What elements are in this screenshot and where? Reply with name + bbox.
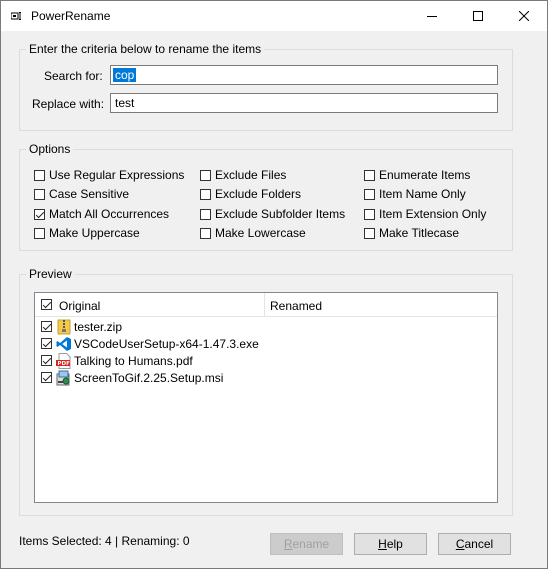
checkbox[interactable] (364, 188, 375, 200)
option-label: Use Regular Expressions (49, 168, 185, 182)
criteria-legend: Enter the criteria below to rename the i… (26, 42, 265, 56)
powerrename-window: PowerRename Enter the criteria below to … (0, 0, 548, 569)
option-item-extension-only[interactable]: Item Extension Only (364, 206, 486, 222)
cancel-button[interactable]: Cancel (438, 533, 511, 555)
file-name: ScreenToGif.2.25.Setup.msi (74, 370, 224, 385)
window-title: PowerRename (31, 9, 111, 23)
checkbox[interactable] (200, 227, 211, 239)
column-header-original[interactable]: Original (59, 299, 100, 313)
option-label: Exclude Subfolder Items (215, 207, 346, 221)
checkbox[interactable] (34, 169, 45, 181)
checkbox[interactable] (41, 338, 52, 349)
cancel-label: ancel (464, 537, 494, 551)
preview-list[interactable]: Original Renamed tester.zip VSCodeUserSe… (34, 292, 498, 503)
option-label: Make Titlecase (379, 226, 460, 240)
maximize-button[interactable] (455, 1, 501, 31)
title-bar: PowerRename (1, 1, 547, 31)
cancel-mnemonic: C (455, 537, 465, 551)
option-label: Make Lowercase (215, 226, 306, 240)
checkbox[interactable] (41, 355, 52, 366)
status-text: Items Selected: 4 | Renaming: 0 (19, 534, 190, 548)
option-enumerate-items[interactable]: Enumerate Items (364, 167, 470, 183)
zip-folder-icon (56, 319, 72, 335)
option-exclude-folders[interactable]: Exclude Folders (200, 186, 301, 202)
pdf-icon: PDF (56, 352, 72, 369)
checkbox[interactable] (34, 227, 45, 239)
option-label: Item Extension Only (379, 207, 487, 221)
checkbox[interactable] (34, 208, 45, 220)
option-exclude-subfolder-items[interactable]: Exclude Subfolder Items (200, 206, 345, 222)
column-divider[interactable] (264, 293, 265, 316)
minimize-button[interactable] (409, 1, 455, 31)
help-mnemonic: H (378, 537, 387, 551)
option-label: Enumerate Items (379, 168, 471, 182)
list-item[interactable]: PDF Talking to Humans.pdf (41, 352, 193, 369)
checkbox[interactable] (364, 227, 375, 239)
option-make-uppercase[interactable]: Make Uppercase (34, 225, 140, 241)
option-match-all-occurrences[interactable]: Match All Occurrences (34, 206, 169, 222)
file-name: tester.zip (74, 319, 123, 334)
option-make-titlecase[interactable]: Make Titlecase (364, 225, 459, 241)
rename-button[interactable]: Rename (270, 533, 343, 555)
file-name: Talking to Humans.pdf (74, 353, 193, 368)
checkbox[interactable] (200, 208, 211, 220)
checkbox[interactable] (200, 188, 211, 200)
option-label: Item Name Only (379, 187, 466, 201)
file-name: VSCodeUserSetup-x64-1.47.3.exe (74, 336, 259, 351)
checkbox[interactable] (364, 208, 375, 220)
option-label: Match All Occurrences (49, 207, 170, 221)
maximize-icon (473, 11, 483, 21)
minimize-icon (427, 16, 437, 17)
rename-mnemonic: R (283, 537, 293, 551)
replace-value: test (115, 96, 135, 110)
msi-installer-icon (56, 370, 72, 386)
option-make-lowercase[interactable]: Make Lowercase (200, 225, 306, 241)
close-button[interactable] (501, 1, 547, 31)
preview-legend: Preview (26, 267, 75, 281)
powerrename-app-icon (11, 12, 21, 20)
criteria-group: Enter the criteria below to rename the i… (19, 42, 513, 131)
checkbox[interactable] (200, 169, 211, 181)
list-item[interactable]: tester.zip (41, 318, 122, 335)
option-label: Make Uppercase (49, 226, 140, 240)
select-all-checkbox[interactable] (41, 299, 52, 310)
help-label: elp (386, 537, 403, 551)
checkbox[interactable] (364, 169, 375, 181)
replace-label: Replace with: (32, 97, 105, 111)
checkbox[interactable] (41, 372, 52, 383)
option-use-regular-expressions[interactable]: Use Regular Expressions (34, 167, 184, 183)
option-label: Case Sensitive (49, 187, 130, 201)
close-icon (519, 11, 529, 21)
replace-input[interactable]: test (110, 93, 498, 113)
list-item[interactable]: ScreenToGif.2.25.Setup.msi (41, 369, 223, 386)
option-exclude-files[interactable]: Exclude Files (200, 167, 286, 183)
column-header-renamed[interactable]: Renamed (270, 299, 322, 313)
vscode-icon (56, 336, 72, 352)
option-label: Exclude Files (215, 168, 287, 182)
search-input[interactable]: cop (110, 65, 498, 85)
list-header: Original Renamed (35, 293, 497, 317)
search-label: Search for: (44, 69, 103, 83)
help-button[interactable]: Help (354, 533, 427, 555)
list-item[interactable]: VSCodeUserSetup-x64-1.47.3.exe (41, 335, 259, 352)
option-item-name-only[interactable]: Item Name Only (364, 186, 466, 202)
option-label: Exclude Folders (215, 187, 302, 201)
option-case-sensitive[interactable]: Case Sensitive (34, 186, 129, 202)
options-legend: Options (26, 142, 74, 156)
checkbox[interactable] (34, 188, 45, 200)
rename-label: ename (292, 537, 330, 551)
svg-text:PDF: PDF (58, 361, 71, 367)
search-value: cop (113, 68, 137, 82)
checkbox[interactable] (41, 321, 52, 332)
